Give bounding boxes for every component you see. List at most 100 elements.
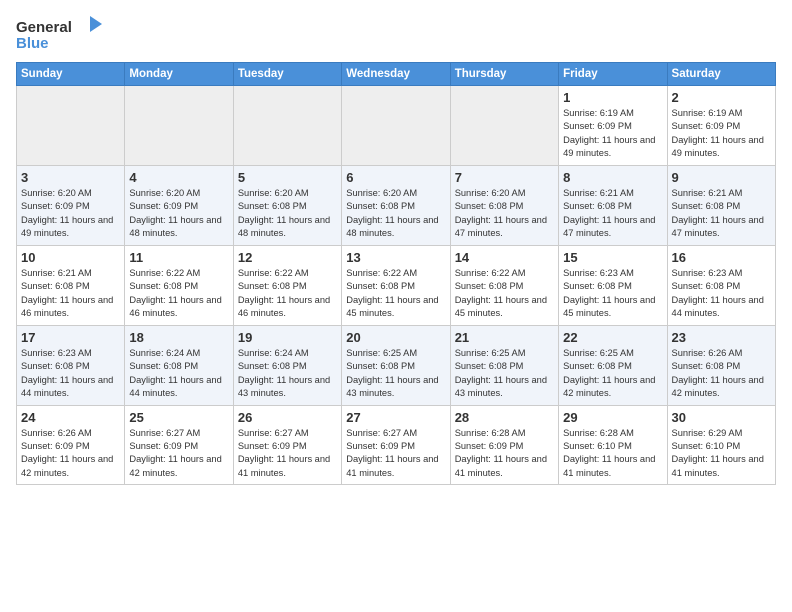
day-info: Sunrise: 6:26 AM Sunset: 6:08 PM Dayligh…: [672, 347, 771, 401]
svg-text:Blue: Blue: [16, 35, 49, 52]
day-cell: 23 Sunrise: 6:26 AM Sunset: 6:08 PM Dayli…: [667, 325, 775, 405]
day-number: 5: [238, 170, 337, 185]
day-info: Sunrise: 6:22 AM Sunset: 6:08 PM Dayligh…: [346, 267, 445, 321]
day-cell: 20 Sunrise: 6:25 AM Sunset: 6:08 PM Dayli…: [342, 325, 450, 405]
day-number: 20: [346, 330, 445, 345]
day-number: 1: [563, 90, 662, 105]
day-info: Sunrise: 6:19 AM Sunset: 6:09 PM Dayligh…: [563, 107, 662, 161]
day-info: Sunrise: 6:20 AM Sunset: 6:08 PM Dayligh…: [346, 187, 445, 241]
day-cell: 28 Sunrise: 6:28 AM Sunset: 6:09 PM Dayli…: [450, 405, 558, 485]
day-info: Sunrise: 6:19 AM Sunset: 6:09 PM Dayligh…: [672, 107, 771, 161]
day-number: 18: [129, 330, 228, 345]
col-header-monday: Monday: [125, 63, 233, 86]
day-cell: 7 Sunrise: 6:20 AM Sunset: 6:08 PM Daylig…: [450, 165, 558, 245]
day-cell: 18Sunrise: 6:24 AM Sunset: 6:08 PM Dayli…: [125, 325, 233, 405]
day-info: Sunrise: 6:22 AM Sunset: 6:08 PM Dayligh…: [455, 267, 554, 321]
header-row: SundayMondayTuesdayWednesdayThursdayFrid…: [17, 63, 776, 86]
day-info: Sunrise: 6:22 AM Sunset: 6:08 PM Dayligh…: [238, 267, 337, 321]
logo-svg: GeneralBlue: [16, 16, 106, 52]
week-row-5: 24 Sunrise: 6:26 AM Sunset: 6:09 PM Dayli…: [17, 405, 776, 485]
day-info: Sunrise: 6:25 AM Sunset: 6:08 PM Dayligh…: [563, 347, 662, 401]
day-cell: 24 Sunrise: 6:26 AM Sunset: 6:09 PM Dayli…: [17, 405, 125, 485]
day-number: 29: [563, 410, 662, 425]
day-info: Sunrise: 6:27 AM Sunset: 6:09 PM Dayligh…: [238, 427, 337, 481]
day-number: 26: [238, 410, 337, 425]
day-cell: 8 Sunrise: 6:21 AM Sunset: 6:08 PM Daylig…: [559, 165, 667, 245]
day-number: 11: [129, 250, 228, 265]
day-number: 23: [672, 330, 771, 345]
day-info: Sunrise: 6:22 AM Sunset: 6:08 PM Dayligh…: [129, 267, 228, 321]
day-cell: 26 Sunrise: 6:27 AM Sunset: 6:09 PM Dayli…: [233, 405, 341, 485]
day-cell: 14 Sunrise: 6:22 AM Sunset: 6:08 PM Dayli…: [450, 245, 558, 325]
day-cell: 5 Sunrise: 6:20 AM Sunset: 6:08 PM Daylig…: [233, 165, 341, 245]
day-info: Sunrise: 6:25 AM Sunset: 6:08 PM Dayligh…: [455, 347, 554, 401]
day-cell: 19Sunrise: 6:24 AM Sunset: 6:08 PM Dayli…: [233, 325, 341, 405]
day-cell: 30 Sunrise: 6:29 AM Sunset: 6:10 PM Dayli…: [667, 405, 775, 485]
day-cell: 29 Sunrise: 6:28 AM Sunset: 6:10 PM Dayli…: [559, 405, 667, 485]
logo: GeneralBlue: [16, 16, 106, 52]
week-row-1: 1 Sunrise: 6:19 AM Sunset: 6:09 PM Daylig…: [17, 86, 776, 166]
day-cell: 27 Sunrise: 6:27 AM Sunset: 6:09 PM Dayli…: [342, 405, 450, 485]
day-number: 19: [238, 330, 337, 345]
day-number: 16: [672, 250, 771, 265]
day-number: 9: [672, 170, 771, 185]
day-cell: 11 Sunrise: 6:22 AM Sunset: 6:08 PM Dayli…: [125, 245, 233, 325]
week-row-4: 17 Sunrise: 6:23 AM Sunset: 6:08 PM Dayli…: [17, 325, 776, 405]
day-info: Sunrise: 6:23 AM Sunset: 6:08 PM Dayligh…: [21, 347, 120, 401]
day-cell: [233, 86, 341, 166]
day-info: Sunrise: 6:20 AM Sunset: 6:09 PM Dayligh…: [129, 187, 228, 241]
day-info: Sunrise: 6:20 AM Sunset: 6:08 PM Dayligh…: [455, 187, 554, 241]
day-number: 14: [455, 250, 554, 265]
day-cell: 4 Sunrise: 6:20 AM Sunset: 6:09 PM Daylig…: [125, 165, 233, 245]
day-info: Sunrise: 6:26 AM Sunset: 6:09 PM Dayligh…: [21, 427, 120, 481]
day-info: Sunrise: 6:20 AM Sunset: 6:08 PM Dayligh…: [238, 187, 337, 241]
day-info: Sunrise: 6:28 AM Sunset: 6:10 PM Dayligh…: [563, 427, 662, 481]
day-number: 12: [238, 250, 337, 265]
day-number: 25: [129, 410, 228, 425]
day-cell: [342, 86, 450, 166]
day-number: 24: [21, 410, 120, 425]
day-number: 17: [21, 330, 120, 345]
day-cell: 10Sunrise: 6:21 AM Sunset: 6:08 PM Dayli…: [17, 245, 125, 325]
col-header-thursday: Thursday: [450, 63, 558, 86]
day-cell: 25 Sunrise: 6:27 AM Sunset: 6:09 PM Dayli…: [125, 405, 233, 485]
day-info: Sunrise: 6:23 AM Sunset: 6:08 PM Dayligh…: [672, 267, 771, 321]
day-info: Sunrise: 6:27 AM Sunset: 6:09 PM Dayligh…: [346, 427, 445, 481]
day-number: 21: [455, 330, 554, 345]
week-row-2: 3 Sunrise: 6:20 AM Sunset: 6:09 PM Daylig…: [17, 165, 776, 245]
day-number: 3: [21, 170, 120, 185]
day-info: Sunrise: 6:21 AM Sunset: 6:08 PM Dayligh…: [563, 187, 662, 241]
page: GeneralBlue SundayMondayTuesdayWednesday…: [0, 0, 792, 501]
day-cell: 9 Sunrise: 6:21 AM Sunset: 6:08 PM Daylig…: [667, 165, 775, 245]
day-number: 8: [563, 170, 662, 185]
day-number: 22: [563, 330, 662, 345]
day-cell: 6 Sunrise: 6:20 AM Sunset: 6:08 PM Daylig…: [342, 165, 450, 245]
day-cell: 16 Sunrise: 6:23 AM Sunset: 6:08 PM Dayli…: [667, 245, 775, 325]
day-number: 4: [129, 170, 228, 185]
day-info: Sunrise: 6:28 AM Sunset: 6:09 PM Dayligh…: [455, 427, 554, 481]
col-header-friday: Friday: [559, 63, 667, 86]
day-cell: [450, 86, 558, 166]
day-info: Sunrise: 6:21 AM Sunset: 6:08 PM Dayligh…: [672, 187, 771, 241]
day-number: 27: [346, 410, 445, 425]
day-number: 28: [455, 410, 554, 425]
day-info: Sunrise: 6:20 AM Sunset: 6:09 PM Dayligh…: [21, 187, 120, 241]
day-cell: [125, 86, 233, 166]
day-number: 7: [455, 170, 554, 185]
svg-text:General: General: [16, 19, 72, 36]
day-number: 6: [346, 170, 445, 185]
col-header-wednesday: Wednesday: [342, 63, 450, 86]
day-cell: 17 Sunrise: 6:23 AM Sunset: 6:08 PM Dayli…: [17, 325, 125, 405]
col-header-sunday: Sunday: [17, 63, 125, 86]
day-info: Sunrise: 6:29 AM Sunset: 6:10 PM Dayligh…: [672, 427, 771, 481]
day-info: Sunrise: 6:27 AM Sunset: 6:09 PM Dayligh…: [129, 427, 228, 481]
col-header-tuesday: Tuesday: [233, 63, 341, 86]
day-info: Sunrise: 6:25 AM Sunset: 6:08 PM Dayligh…: [346, 347, 445, 401]
day-info: Sunrise: 6:23 AM Sunset: 6:08 PM Dayligh…: [563, 267, 662, 321]
day-cell: 1 Sunrise: 6:19 AM Sunset: 6:09 PM Daylig…: [559, 86, 667, 166]
header: GeneralBlue: [16, 16, 776, 52]
day-cell: 2Sunrise: 6:19 AM Sunset: 6:09 PM Daylig…: [667, 86, 775, 166]
day-number: 15: [563, 250, 662, 265]
day-number: 30: [672, 410, 771, 425]
day-number: 13: [346, 250, 445, 265]
